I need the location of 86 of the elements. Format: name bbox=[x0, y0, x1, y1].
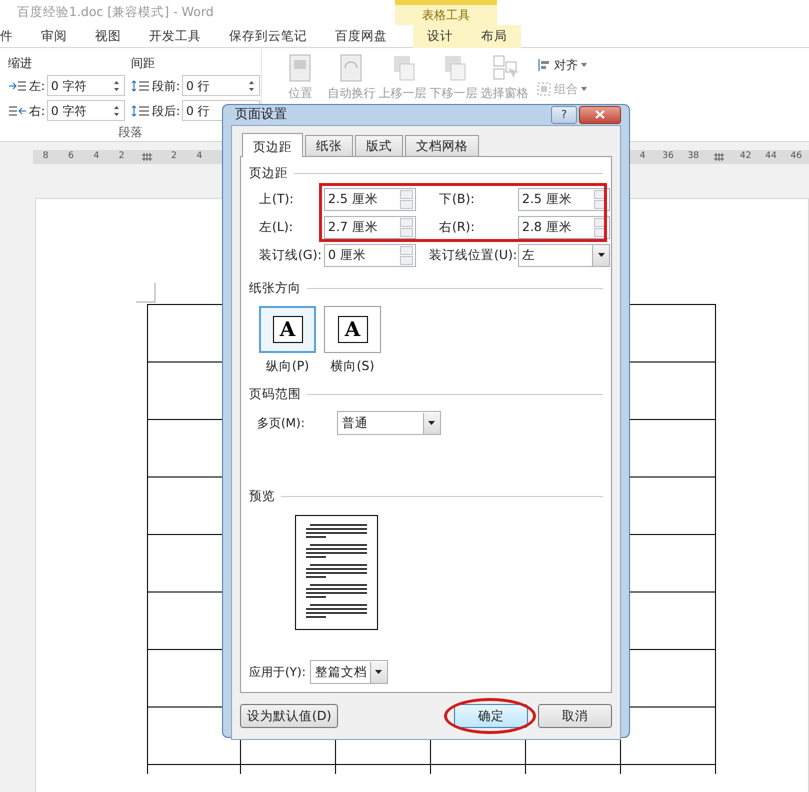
dropdown-caret-icon bbox=[581, 63, 587, 67]
section-heading: 页码范围 bbox=[249, 384, 301, 403]
dropdown-field[interactable]: 整篇文档 bbox=[310, 660, 388, 684]
dropdown-field[interactable]: 普通 bbox=[336, 411, 441, 436]
align-icon bbox=[537, 58, 551, 72]
field-label: 装订线(G): bbox=[258, 246, 323, 264]
dialog-button[interactable]: 确定 bbox=[454, 704, 528, 728]
orientation-option[interactable]: A bbox=[259, 306, 316, 352]
help-button[interactable]: ? bbox=[551, 106, 577, 124]
ribbon-tab[interactable]: 设计 bbox=[413, 24, 467, 48]
group-label: 段落 bbox=[118, 124, 144, 141]
section-heading: 预览 bbox=[249, 486, 275, 505]
section-heading: 页边距 bbox=[249, 164, 288, 182]
dropdown-field[interactable]: 左 bbox=[518, 244, 610, 266]
spin-field[interactable]: 2.5 厘米 bbox=[518, 188, 610, 210]
section-label: 缩进 bbox=[8, 55, 33, 72]
ruler-number: 36 bbox=[661, 150, 675, 164]
spin-field[interactable]: 2.5 厘米 bbox=[324, 188, 416, 210]
field-label: 左: bbox=[29, 78, 46, 94]
field-label: 多页(M): bbox=[257, 415, 305, 432]
orientation-label: 横向(S) bbox=[330, 356, 374, 374]
orientation-option[interactable]: A bbox=[324, 306, 381, 352]
page-letter-icon: A bbox=[272, 316, 302, 342]
spin-field[interactable]: 0 字符 bbox=[47, 75, 126, 96]
indent-icon bbox=[8, 104, 27, 116]
ribbon-tab[interactable]: 百度网盘 bbox=[321, 24, 401, 48]
dialog-tab[interactable]: 文档网格 bbox=[405, 134, 479, 156]
page-letter-icon: A bbox=[338, 316, 368, 342]
field-label: 装订线位置(U): bbox=[429, 246, 518, 264]
contextual-tab-header: 表格工具 bbox=[395, 0, 497, 25]
field-label: 段后: bbox=[152, 102, 180, 120]
ruler-number: 42 bbox=[738, 150, 752, 164]
ruler-number: 4 bbox=[638, 150, 646, 164]
field-label: 段前: bbox=[152, 78, 180, 94]
ribbon-tab[interactable]: 视图 bbox=[81, 24, 135, 48]
orientation-label: 纵向(P) bbox=[266, 356, 310, 374]
field-label: 右: bbox=[29, 102, 46, 120]
spin-field[interactable]: 0 厘米 bbox=[324, 244, 416, 266]
ribbon-tab[interactable]: 布局 bbox=[467, 24, 521, 48]
spin-arrows-icon bbox=[113, 104, 120, 118]
ruler-number: 4 bbox=[92, 150, 100, 164]
spin-arrows-icon bbox=[113, 78, 120, 92]
field-label: 上(T): bbox=[258, 190, 295, 208]
dialog-tab[interactable]: 版式 bbox=[355, 134, 403, 156]
ruler-number: 2 bbox=[118, 150, 126, 164]
field-label: 下(B): bbox=[438, 190, 476, 208]
dialog-tab[interactable]: 页边距 bbox=[242, 132, 303, 156]
ribbon-button[interactable]: 对齐 bbox=[537, 56, 587, 74]
dropdown-caret-icon bbox=[581, 87, 587, 91]
ruler-number: 8 bbox=[42, 150, 50, 164]
spin-field[interactable]: 0 行 bbox=[182, 75, 260, 96]
section-heading: 纸张方向 bbox=[249, 279, 301, 298]
field-label: 左(L): bbox=[258, 218, 294, 236]
spacing-icon bbox=[131, 80, 150, 92]
dialog-button[interactable]: 取消 bbox=[538, 704, 612, 728]
ribbon-tab[interactable]: 审阅 bbox=[27, 24, 81, 48]
ruler-number: 4 bbox=[195, 150, 204, 164]
group-icon bbox=[537, 82, 551, 96]
spin-buttons[interactable] bbox=[594, 190, 607, 208]
ruler-number: 46 bbox=[790, 150, 803, 164]
close-icon bbox=[595, 110, 605, 120]
dialog-tab[interactable]: 纸张 bbox=[305, 134, 353, 156]
dropdown-arrow-icon bbox=[598, 253, 604, 257]
close-button[interactable] bbox=[579, 106, 621, 124]
spacing-icon bbox=[131, 104, 150, 116]
spin-field[interactable]: 0 字符 bbox=[47, 100, 126, 121]
spin-field[interactable]: 2.8 厘米 bbox=[518, 216, 610, 238]
field-label: 应用于(Y): bbox=[249, 664, 306, 682]
dialog-button[interactable]: 设为默认值(D) bbox=[240, 704, 338, 728]
dropdown-arrow-icon bbox=[375, 670, 382, 674]
spin-buttons[interactable] bbox=[594, 218, 607, 236]
field-label: 右(R): bbox=[438, 218, 476, 236]
spin-field[interactable]: 2.7 厘米 bbox=[324, 216, 416, 238]
ribbon-tab[interactable]: 开发工具 bbox=[135, 24, 215, 48]
ruler-number: 44 bbox=[764, 150, 778, 164]
ruler-number: 2 bbox=[170, 150, 178, 164]
window-title: 百度经验1.doc [兼容模式] - Word bbox=[17, 3, 214, 22]
ribbon-tab[interactable]: 件 bbox=[0, 24, 27, 48]
spin-arrows-icon bbox=[248, 78, 256, 92]
dropdown-arrow-icon bbox=[428, 421, 436, 426]
ribbon-tab[interactable]: 保存到云笔记 bbox=[215, 24, 321, 48]
ruler-number: 38 bbox=[686, 150, 700, 164]
section-label: 间距 bbox=[131, 55, 156, 72]
indent-icon bbox=[8, 80, 27, 92]
corner-mark-icon bbox=[136, 283, 156, 303]
ruler-number: 6 bbox=[67, 150, 75, 164]
